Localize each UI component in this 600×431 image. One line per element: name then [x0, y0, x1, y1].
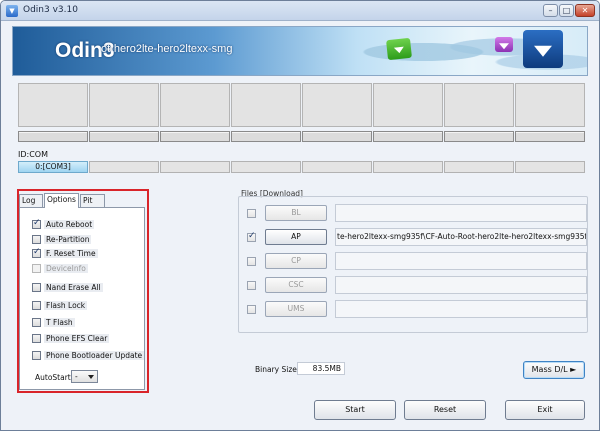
title-bar: ▼ Odin3 v3.10 – □ ✕	[1, 1, 599, 21]
slot-progress-bar	[89, 131, 159, 142]
bl-checkbox[interactable]	[247, 209, 256, 218]
download-icon-purple	[495, 37, 513, 52]
odin-app-icon: ▼	[6, 5, 18, 17]
ap-checkbox[interactable]	[247, 231, 256, 242]
binary-size-value: 83.5MB	[297, 362, 345, 375]
csc-checkbox[interactable]	[247, 281, 256, 290]
ums-file-path	[335, 300, 587, 318]
maximize-button[interactable]: □	[559, 4, 574, 17]
com-port-cell: 0:[COM3]	[18, 161, 88, 173]
cp-file-path	[335, 252, 587, 270]
device-slot	[231, 83, 301, 127]
device-slot	[373, 83, 443, 127]
device-slot	[18, 83, 88, 127]
reset-button[interactable]: Reset	[404, 400, 486, 420]
banner-filename: ot-hero2lte-hero2ltexx-smg	[101, 43, 233, 55]
ums-button[interactable]: UMS	[265, 301, 327, 317]
com-port-cell	[89, 161, 159, 173]
slot-progress-bar	[302, 131, 372, 142]
com-port-cell	[515, 161, 585, 173]
ap-button[interactable]: AP	[265, 229, 327, 245]
device-slot	[302, 83, 372, 127]
slot-progress-bar	[18, 131, 88, 142]
slot-progress-bar	[444, 131, 514, 142]
slot-progress-bar	[373, 131, 443, 142]
cp-button[interactable]: CP	[265, 253, 327, 269]
cp-checkbox[interactable]	[247, 257, 256, 266]
slot-progress-bar	[515, 131, 585, 142]
bl-button[interactable]: BL	[265, 205, 327, 221]
device-slot	[89, 83, 159, 127]
window-title: Odin3 v3.10	[23, 5, 78, 15]
odin-banner: Odin3 ot-hero2lte-hero2ltexx-smg	[12, 26, 588, 76]
com-port-cell	[302, 161, 372, 173]
binary-size-label: Binary Size	[255, 365, 297, 374]
close-button[interactable]: ✕	[575, 4, 595, 17]
start-button[interactable]: Start	[314, 400, 396, 420]
ap-file-path: te-hero2ltexx-smg935f\CF-Auto-Root-hero2…	[335, 228, 587, 246]
device-slots	[18, 83, 588, 127]
com-port-cell	[231, 161, 301, 173]
com-port-cell	[373, 161, 443, 173]
exit-button[interactable]: Exit	[505, 400, 585, 420]
odin-window: ▼ Odin3 v3.10 – □ ✕ Odin3 ot-hero2lte-he…	[0, 0, 600, 431]
bl-file-path	[335, 204, 587, 222]
minimize-button[interactable]: –	[543, 4, 558, 17]
slot-progress-bar	[160, 131, 230, 142]
slot-progress-bar	[231, 131, 301, 142]
csc-file-path	[335, 276, 587, 294]
options-highlight-box	[17, 189, 149, 393]
download-icon-blue	[523, 30, 563, 68]
download-icon-green	[386, 37, 412, 61]
device-slot	[444, 83, 514, 127]
csc-button[interactable]: CSC	[265, 277, 327, 293]
device-slot	[515, 83, 585, 127]
id-com-label: ID:COM	[18, 150, 48, 159]
ums-checkbox[interactable]	[247, 305, 256, 314]
tab-options[interactable]: Options	[44, 193, 79, 208]
com-port-cell	[160, 161, 230, 173]
mass-dl-button[interactable]: Mass D/L ►	[523, 361, 585, 379]
device-slot	[160, 83, 230, 127]
com-port-cell	[444, 161, 514, 173]
